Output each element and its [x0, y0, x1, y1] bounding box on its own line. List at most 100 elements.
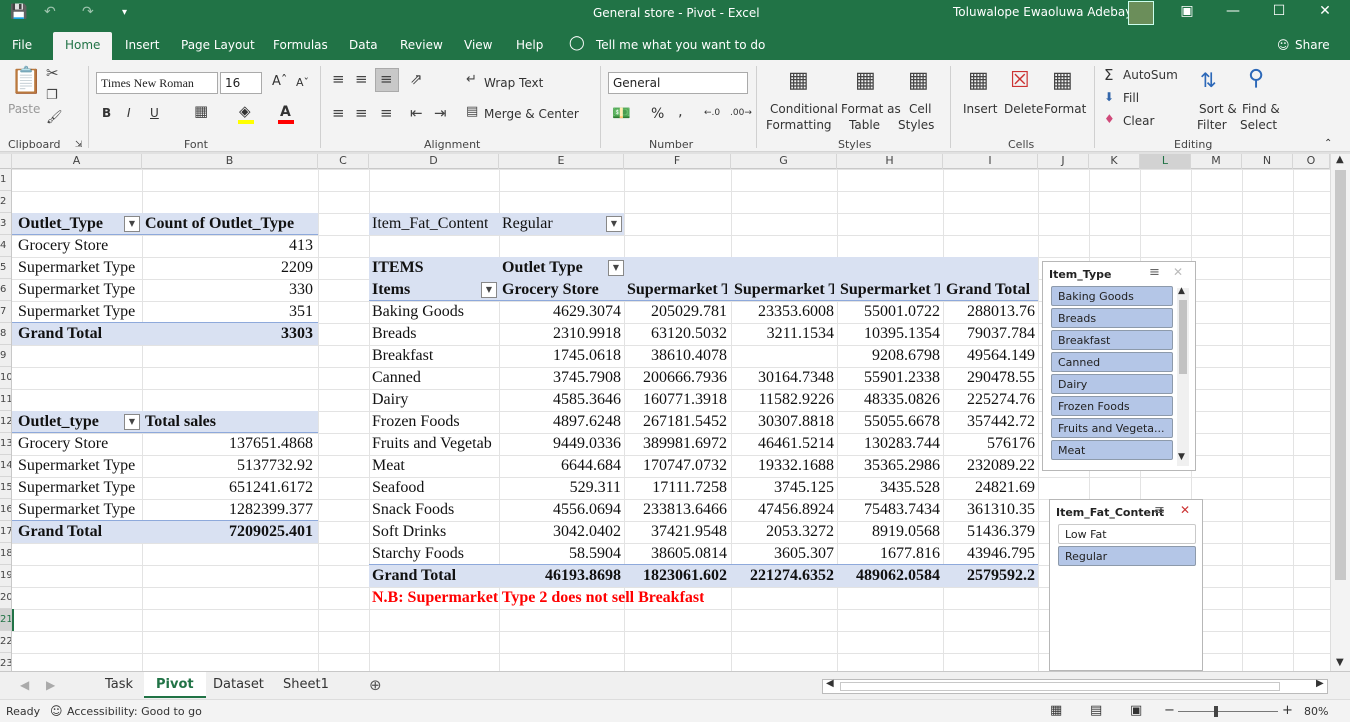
scroll-right-icon[interactable]: ▶	[1316, 678, 1324, 689]
slicer-scroll-thumb[interactable]	[1179, 300, 1187, 374]
tab-review[interactable]: Review	[400, 38, 443, 52]
decrease-indent-icon[interactable]: ⇤	[410, 104, 423, 122]
table-label[interactable]: Table	[849, 118, 880, 132]
slicer-item[interactable]: Breads	[1051, 308, 1173, 328]
col-header-a[interactable]: A	[12, 154, 142, 169]
clear-filter-icon[interactable]: ✕	[1173, 265, 1183, 279]
scroll-left-icon[interactable]: ◀	[826, 678, 834, 689]
align-left-icon[interactable]: ≡	[332, 104, 345, 122]
clear-button[interactable]: Clear	[1123, 114, 1154, 128]
accessibility-status[interactable]: Accessibility: Good to go	[67, 705, 202, 718]
multi-select-icon[interactable]: ≡	[1154, 503, 1165, 518]
sort-button[interactable]: Sort &	[1199, 102, 1237, 116]
pivot1-filter-dropdown[interactable]: ▼	[124, 216, 140, 232]
align-top-icon[interactable]: ≡	[332, 70, 345, 88]
zoom-level[interactable]: 80%	[1304, 705, 1328, 718]
fill-icon[interactable]: ⬇	[1104, 90, 1114, 104]
slicer-item-low-fat[interactable]: Low Fat	[1058, 524, 1196, 544]
cell-styles-icon[interactable]: ▦	[908, 68, 929, 93]
row-header[interactable]: 20	[0, 587, 11, 609]
delete-button[interactable]: Delete	[1004, 102, 1043, 116]
cut-icon[interactable]: ✂	[46, 64, 59, 82]
find-button[interactable]: Find &	[1242, 102, 1280, 116]
tab-view[interactable]: View	[464, 38, 492, 52]
row-header[interactable]: 17	[0, 521, 11, 543]
row-header[interactable]: 2	[0, 191, 11, 213]
tab-file[interactable]: File	[12, 38, 32, 52]
row-header[interactable]: 22	[0, 631, 11, 653]
increase-decimal-icon[interactable]: ←.0	[704, 108, 720, 118]
paste-icon[interactable]: 📋	[10, 66, 42, 96]
align-right-icon[interactable]: ≡	[380, 104, 393, 122]
avatar[interactable]	[1128, 1, 1154, 25]
tab-formulas[interactable]: Formulas	[273, 38, 328, 52]
tab-insert[interactable]: Insert	[125, 38, 159, 52]
font-size-select[interactable]: 16	[220, 72, 262, 94]
col-header-g[interactable]: G	[731, 154, 837, 169]
bold-icon[interactable]: B	[102, 106, 111, 120]
align-center-icon[interactable]: ≡	[355, 104, 368, 122]
fill-button[interactable]: Fill	[1123, 91, 1139, 105]
close-icon[interactable]: ✕	[1310, 3, 1340, 19]
share-icon[interactable]: ☺	[1277, 38, 1290, 52]
scroll-thumb[interactable]	[1335, 170, 1346, 580]
fill-color-icon[interactable]: ◈	[239, 102, 251, 120]
maximize-icon[interactable]: ☐	[1264, 3, 1294, 19]
format-as-table-icon[interactable]: ▦	[855, 68, 876, 93]
cell-styles-button[interactable]: Cell	[909, 102, 931, 116]
pivot3-column-dropdown[interactable]: ▼	[608, 260, 624, 276]
merge-center-button[interactable]: Merge & Center	[484, 107, 579, 121]
add-sheet-icon[interactable]: ⊕	[369, 676, 382, 694]
italic-icon[interactable]: I	[127, 106, 131, 120]
vertical-scrollbar[interactable]: ▲ ▼	[1330, 154, 1350, 671]
prev-sheet-icon[interactable]: ◀	[20, 678, 29, 692]
col-header-j[interactable]: J	[1038, 154, 1089, 169]
slicer-item[interactable]: Fruits and Vegeta...	[1051, 418, 1173, 438]
clipboard-launcher-icon[interactable]: ⇲	[75, 140, 83, 150]
col-header-k[interactable]: K	[1089, 154, 1140, 169]
row-header[interactable]: 3	[0, 213, 11, 235]
redo-icon[interactable]: ↷	[82, 4, 94, 20]
multi-select-icon[interactable]: ≡	[1149, 265, 1160, 280]
row-header[interactable]: 8	[0, 323, 11, 345]
format-cells-icon[interactable]: ▦	[1052, 68, 1073, 93]
slicer-scroll-down-icon[interactable]: ▼	[1178, 452, 1185, 462]
horizontal-scroll-thumb[interactable]	[840, 682, 1280, 691]
sheet-tab-dataset[interactable]: Dataset	[201, 672, 276, 698]
zoom-in-icon[interactable]: +	[1282, 703, 1293, 718]
scroll-up-icon[interactable]: ▲	[1336, 154, 1344, 165]
pivot2-filter-dropdown[interactable]: ▼	[124, 414, 140, 430]
format-button[interactable]: Format	[1044, 102, 1086, 116]
format-painter-icon[interactable]: 🖌	[46, 110, 63, 125]
row-header[interactable]: 9	[0, 345, 11, 367]
ribbon-display-icon[interactable]: ▣	[1172, 3, 1202, 19]
col-header-l[interactable]: L	[1140, 154, 1191, 169]
undo-icon[interactable]: ↶	[44, 4, 56, 20]
row-header[interactable]: 18	[0, 543, 11, 565]
wrap-text-button[interactable]: Wrap Text	[484, 76, 543, 90]
tab-help[interactable]: Help	[516, 38, 543, 52]
decrease-decimal-icon[interactable]: .00→	[730, 108, 752, 118]
merge-center-icon[interactable]: ▤	[466, 104, 478, 119]
row-header[interactable]: 23	[0, 653, 11, 671]
orientation-icon[interactable]: ⇗	[410, 70, 423, 88]
slicer-item[interactable]: Dairy	[1051, 374, 1173, 394]
autosum-icon[interactable]: Σ	[1104, 66, 1113, 84]
row-header[interactable]: 16	[0, 499, 11, 521]
align-bottom-icon[interactable]: ≡	[380, 70, 393, 88]
styles-label[interactable]: Styles	[898, 118, 934, 132]
format-as-table-button[interactable]: Format as	[841, 102, 901, 116]
font-color-icon[interactable]: A	[280, 104, 291, 120]
underline-icon[interactable]: U	[150, 106, 159, 120]
col-header-e[interactable]: E	[499, 154, 624, 169]
increase-font-icon[interactable]: Aˆ	[272, 74, 287, 89]
col-header-d[interactable]: D	[369, 154, 499, 169]
zoom-slider[interactable]	[1178, 711, 1278, 712]
sort-filter-icon[interactable]: ⇅	[1200, 68, 1217, 92]
col-header-o[interactable]: O	[1293, 154, 1330, 169]
slicer-item[interactable]: Baking Goods	[1051, 286, 1173, 306]
select-all[interactable]	[0, 154, 12, 169]
scroll-down-icon[interactable]: ▼	[1336, 657, 1344, 668]
sheet-tab-task[interactable]: Task	[93, 672, 145, 698]
conditional-formatting-icon[interactable]: ▦	[788, 68, 809, 93]
